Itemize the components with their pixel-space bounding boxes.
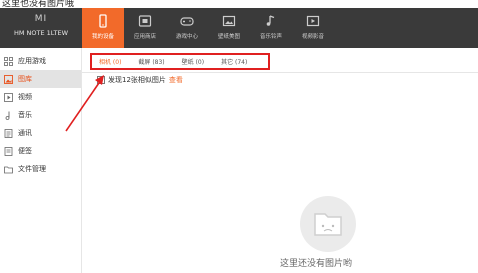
empty-state-illustration (300, 196, 356, 252)
empty-state-text: 这里还没有图片哟 (280, 259, 353, 269)
empty-folder-icon (314, 213, 342, 236)
annotation-arrow (65, 75, 104, 132)
